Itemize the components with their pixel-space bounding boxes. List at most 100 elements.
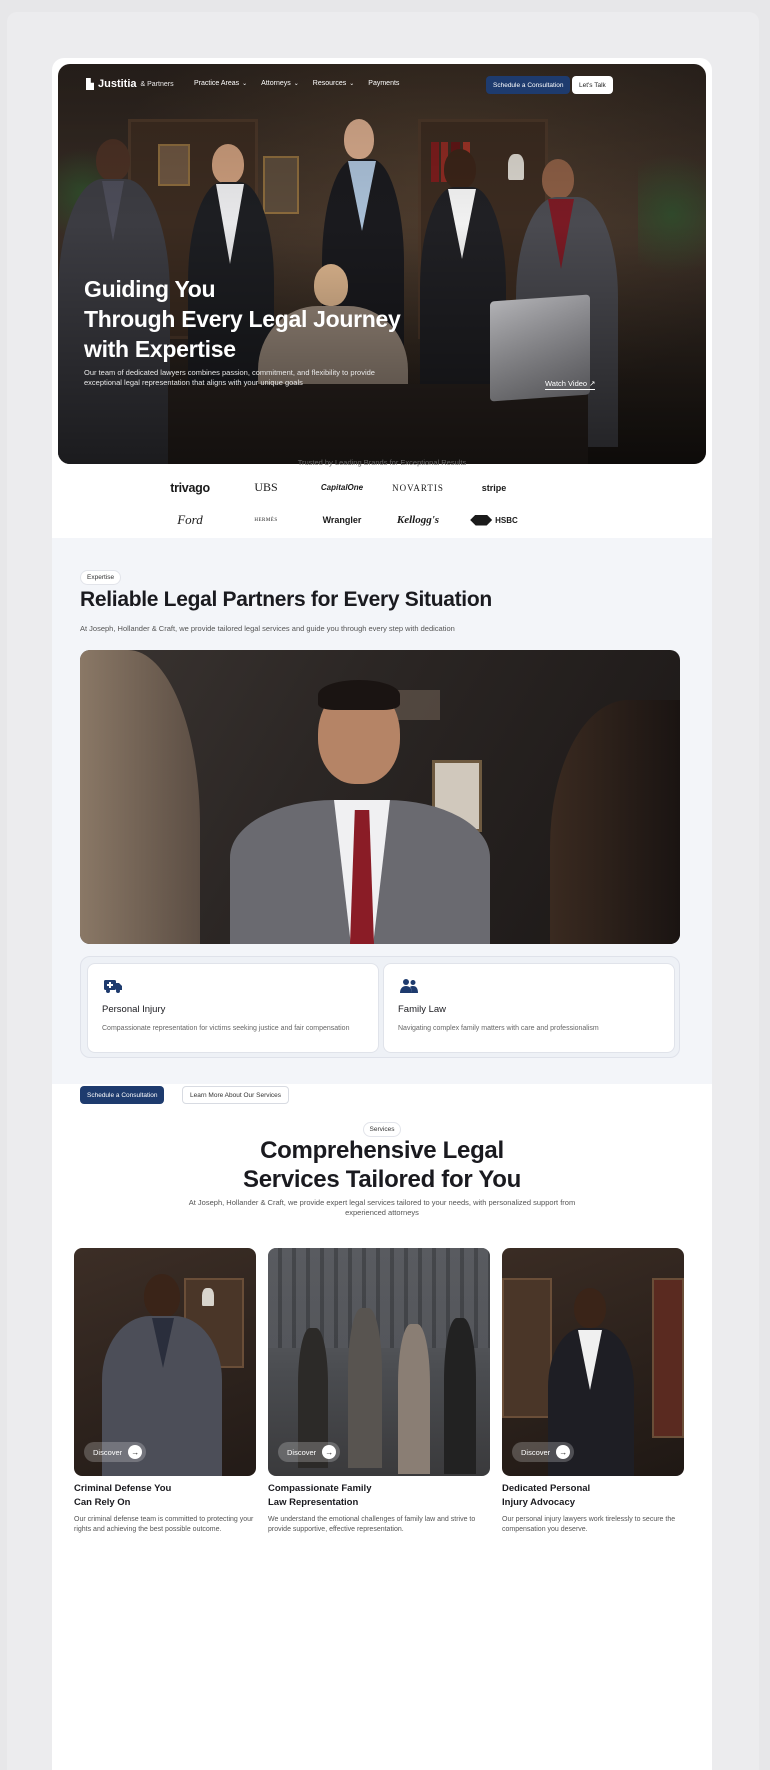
service-title: Dedicated Personal Injury Advocacy xyxy=(502,1482,684,1510)
brand-logo-hsbc: HSBC xyxy=(456,514,532,526)
expertise-pill: Expertise xyxy=(80,570,122,585)
person xyxy=(348,1308,382,1468)
bookshelf xyxy=(652,1278,684,1438)
service-photo: Discover → xyxy=(502,1248,684,1476)
card-title: Personal Injury xyxy=(102,1004,166,1015)
service-title-line: Criminal Defense You xyxy=(74,1483,172,1494)
services-pill-wrap: Services xyxy=(52,1118,712,1137)
bust-statue xyxy=(202,1288,214,1306)
nav-link-label: Practice Areas xyxy=(194,80,240,87)
person-head xyxy=(144,1274,180,1318)
brand-logo-ford: Ford xyxy=(177,512,203,527)
arrow-right-icon: → xyxy=(556,1445,571,1459)
card-title: Family Law xyxy=(398,1004,447,1015)
brand-name: Justitia xyxy=(98,78,137,90)
hero-section: Justitia & Partners Practice Areas ⌄ Att… xyxy=(58,64,706,464)
logo-icon xyxy=(86,78,94,90)
service-photo: Discover → xyxy=(74,1248,256,1476)
discover-button[interactable]: Discover → xyxy=(512,1442,575,1462)
nav-practice-areas[interactable]: Practice Areas ⌄ xyxy=(194,80,247,87)
arrow-right-icon: → xyxy=(322,1445,337,1459)
hsbc-hexagon-icon xyxy=(470,514,493,526)
nav-attorneys[interactable]: Attorneys ⌄ xyxy=(261,80,299,87)
brand-logo-kelloggs: Kellogg's xyxy=(396,514,440,526)
services-title: Comprehensive Legal Services Tailored fo… xyxy=(52,1136,712,1194)
hero-title-line: Through Every Legal Journey xyxy=(84,306,401,332)
learn-more-button[interactable]: Learn More About Our Services xyxy=(182,1086,290,1104)
brand-logo-stripe: stripe xyxy=(481,482,507,493)
chevron-down-icon: ⌄ xyxy=(242,81,248,87)
discover-button[interactable]: Discover → xyxy=(84,1442,147,1462)
services-description: At Joseph, Hollander & Craft, we provide… xyxy=(188,1198,576,1217)
person xyxy=(444,1318,476,1474)
nav-payments[interactable]: Payments xyxy=(368,80,399,87)
person-foreground-left xyxy=(80,650,200,944)
service-description: Our criminal defense team is committed t… xyxy=(74,1516,254,1533)
brand-logo-label: HSBC xyxy=(495,515,518,525)
expertise-section: Expertise Reliable Legal Partners for Ev… xyxy=(52,538,712,1104)
discover-button[interactable]: Discover → xyxy=(278,1442,341,1462)
lets-talk-button[interactable]: Let's Talk xyxy=(572,76,613,94)
service-card-family-law[interactable]: Discover → Compassionate Family Law Repr… xyxy=(268,1248,490,1534)
brand-logo-ubs: UBS xyxy=(254,480,278,494)
brand-logo[interactable]: Justitia & Partners xyxy=(86,78,174,90)
family-icon xyxy=(400,979,418,993)
service-title-line: Compassionate Family xyxy=(268,1483,372,1494)
hero-title: Guiding You Through Every Legal Journey … xyxy=(84,274,444,364)
discover-label: Discover xyxy=(287,1447,317,1457)
services-title-line: Comprehensive Legal xyxy=(260,1137,504,1164)
person xyxy=(398,1324,430,1474)
discover-label: Discover xyxy=(93,1447,123,1457)
hero-description: Our team of dedicated lawyers combines p… xyxy=(84,368,375,387)
card-description: Navigating complex family matters with c… xyxy=(398,1025,599,1032)
brand-logo-wrangler: Wrangler xyxy=(322,515,362,525)
service-title-line: Injury Advocacy xyxy=(502,1497,576,1508)
brand-logo-capitalone: CapitalOne xyxy=(320,483,364,492)
schedule-consultation-button[interactable]: Schedule a Consultation xyxy=(80,1086,165,1104)
personal-injury-card[interactable]: Personal Injury Compassionate representa… xyxy=(87,963,379,1053)
trusted-heading: Trusted by Leading Brands for Exceptiona… xyxy=(297,458,467,467)
nav-resources[interactable]: Resources ⌄ xyxy=(313,80,355,87)
service-title-line: Dedicated Personal xyxy=(502,1483,591,1494)
brand-logo-trivago: trivago xyxy=(170,480,210,495)
bookshelf xyxy=(502,1278,552,1418)
brand-logos-row: trivago UBS CapitalOne NOVARTIS stripe xyxy=(152,480,532,495)
expertise-title: Reliable Legal Partners for Every Situat… xyxy=(80,588,492,611)
services-title-line: Services Tailored for You xyxy=(243,1166,521,1193)
brand-suffix: & Partners xyxy=(140,80,174,88)
chevron-down-icon: ⌄ xyxy=(293,81,299,87)
person-hair xyxy=(318,680,400,710)
person-head xyxy=(574,1288,606,1328)
service-title: Criminal Defense You Can Rely On xyxy=(74,1482,256,1510)
service-description: We understand the emotional challenges o… xyxy=(268,1516,476,1533)
brand-logos-row: Ford HERMÈS Wrangler Kellogg's HSBC xyxy=(152,512,532,528)
expertise-description: At Joseph, Hollander & Craft, we provide… xyxy=(80,624,455,633)
discover-label: Discover xyxy=(521,1447,551,1457)
schedule-consultation-button[interactable]: Schedule a Consultation xyxy=(486,76,571,94)
nav-link-label: Resources xyxy=(312,80,347,87)
hero-title-line: with Expertise xyxy=(84,336,236,362)
nav-links: Practice Areas ⌄ Attorneys ⌄ Resources ⌄… xyxy=(194,80,399,87)
person-foreground-right xyxy=(550,700,680,944)
service-photo: Discover → xyxy=(268,1248,490,1476)
brand-logo-novartis: NOVARTIS xyxy=(392,482,444,493)
hero-title-line: Guiding You xyxy=(84,276,216,302)
arrow-right-icon: → xyxy=(128,1445,143,1459)
service-title-line: Law Representation xyxy=(268,1497,359,1508)
hero-overlay xyxy=(58,64,706,464)
service-card-criminal-defense[interactable]: Discover → Criminal Defense You Can Rely… xyxy=(74,1248,256,1534)
watch-video-link[interactable]: Watch Video ↗ xyxy=(545,379,596,390)
family-law-card[interactable]: Family Law Navigating complex family mat… xyxy=(383,963,675,1053)
service-title: Compassionate Family Law Representation xyxy=(268,1482,490,1510)
service-card-personal-injury[interactable]: Discover → Dedicated Personal Injury Adv… xyxy=(502,1248,684,1534)
expertise-cards: Personal Injury Compassionate representa… xyxy=(80,956,680,1058)
chevron-down-icon: ⌄ xyxy=(349,81,355,87)
ambulance-icon xyxy=(104,980,122,993)
top-nav: Justitia & Partners Practice Areas ⌄ Att… xyxy=(58,64,706,108)
landing-page: Justitia & Partners Practice Areas ⌄ Att… xyxy=(52,58,712,1770)
services-pill: Services xyxy=(362,1122,402,1137)
service-title-line: Can Rely On xyxy=(74,1497,131,1508)
nav-link-label: Attorneys xyxy=(261,80,291,87)
nav-link-label: Payments xyxy=(368,80,400,87)
expertise-photo xyxy=(80,650,680,944)
